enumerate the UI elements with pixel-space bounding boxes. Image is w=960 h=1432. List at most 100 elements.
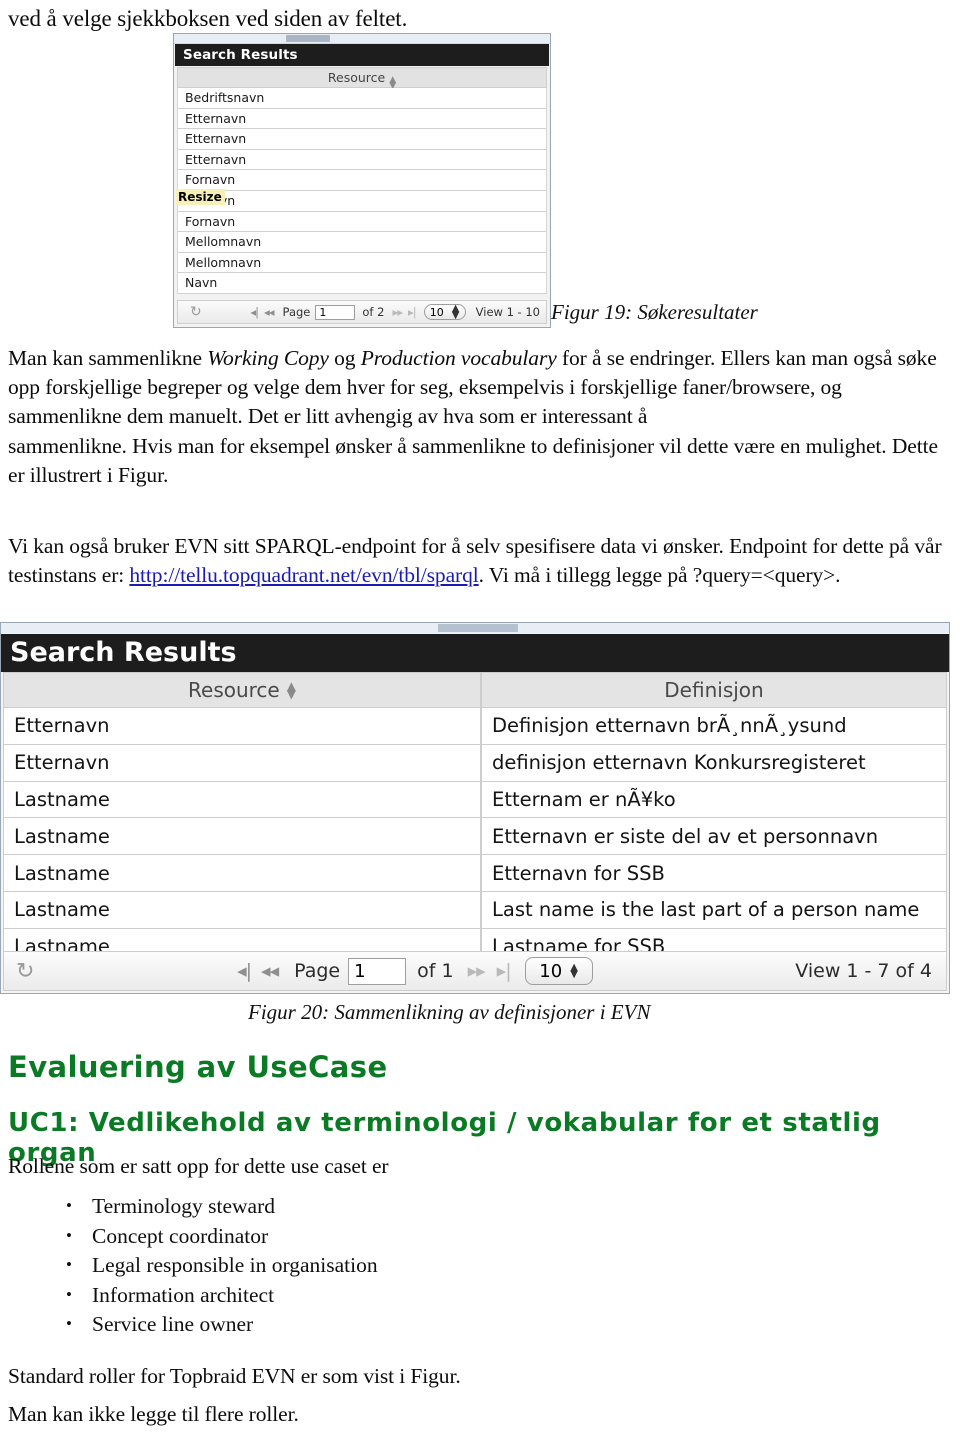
table-row[interactable]: Mellomnavn	[177, 252, 547, 274]
page-label-20: Page	[294, 960, 341, 982]
cell-definisjon: Definisjon etternavn brÃ¸nnÃ¸ysund	[481, 708, 947, 745]
list-item: Legal responsible in organisation	[62, 1250, 378, 1281]
table-row[interactable]: Etternavn	[177, 108, 547, 130]
paragraph-1: Man kan sammenlikne Working Copy og Prod…	[8, 344, 952, 431]
table-row[interactable]: Lastname Etternavn er siste del av et per…	[3, 818, 947, 856]
paragraph-1-italic2: Production vocabulary	[360, 346, 557, 370]
sparql-endpoint-link[interactable]: http://tellu.topquadrant.net/evn/tbl/spa…	[129, 563, 478, 587]
previous-page-icon[interactable]: ◂◂	[264, 305, 275, 319]
page-number-input-20[interactable]: 1	[348, 957, 407, 985]
cell-resource: Lastname	[3, 891, 481, 929]
cell-resource: Etternavn	[185, 131, 247, 147]
table-row[interactable]: Etternavn Definisjon etternavn brÃ¸nnÃ¸ys…	[3, 708, 947, 745]
paragraph-last: Man kan ikke legge til flere roller.	[8, 1402, 299, 1426]
cell-resource: Etternavn	[3, 708, 481, 745]
table-row[interactable]: Lastname Etternam er nÃ¥ko	[3, 781, 947, 819]
page-label-19: Page	[282, 305, 311, 319]
page-size-select-19[interactable]: 10 ▲ ▼	[423, 304, 466, 321]
search-results-title-19: Search Results	[175, 44, 549, 66]
page-total-label-20: of 1	[417, 960, 454, 982]
paragraph-3: Vi kan også bruker EVN sitt SPARQL-endpo…	[8, 532, 952, 590]
cell-resource: Fornavn	[185, 172, 236, 188]
page-size-value-19: 10	[429, 305, 444, 319]
list-item: Information architect	[62, 1280, 378, 1311]
horizontal-scrollbar-track-20[interactable]	[1, 623, 949, 633]
cell-resource: Navn	[185, 275, 218, 291]
first-page-icon[interactable]: ◂|	[250, 305, 259, 319]
previous-page-icon[interactable]: ◂◂	[261, 960, 279, 982]
cell-definisjon: Etternam er nÃ¥ko	[481, 781, 947, 819]
stepper-icon[interactable]: ▲ ▼	[452, 304, 460, 321]
column-header-resource-20[interactable]: Resource ▲ ▼	[3, 672, 481, 708]
document-page: ved å velge sjekkboksen ved siden av fel…	[0, 0, 960, 1432]
cell-resource: Mellomnavn	[185, 234, 262, 250]
last-page-icon[interactable]: ▸|	[408, 305, 417, 319]
horizontal-scrollbar-thumb-20[interactable]	[438, 624, 518, 632]
column-header-definisjon-20[interactable]: Definisjon	[481, 672, 947, 708]
paragraph-1-part1: Man kan sammenlikne	[8, 346, 208, 370]
paragraph-standard: Standard roller for Topbraid EVN er som …	[8, 1364, 461, 1388]
page-number-input-19[interactable]: 1	[315, 304, 356, 320]
cell-resource: Mellomnavn	[185, 254, 262, 270]
cell-resource: Lastname	[3, 855, 481, 892]
table-row[interactable]: Lastname Etternavn for SSB	[3, 855, 947, 892]
paragraph-1-part2: og	[328, 346, 361, 370]
pagination-toolbar-19: ↻ ◂| ◂◂ Page 1 of 2 ▸▸ ▸| 10 ▲ ▼ View 1 -…	[177, 300, 547, 324]
figure-19-screenshot: Search Results Resource ▲ ▼ Bedriftsnavn E…	[173, 33, 551, 328]
resize-tooltip: Resize	[176, 189, 225, 205]
table-header-row-20: Resource ▲ ▼ Definisjon	[3, 672, 947, 708]
list-item: Concept coordinator	[62, 1221, 378, 1252]
figure-19-caption: Figur 19: Søkeresultater	[551, 300, 758, 324]
table-row[interactable]: Mellomnavn	[177, 232, 547, 253]
horizontal-scrollbar-thumb[interactable]	[286, 35, 330, 42]
horizontal-scrollbar-track[interactable]	[174, 34, 550, 44]
cell-resource: Bedriftsnavn	[185, 90, 265, 105]
list-item: Terminology steward	[62, 1191, 378, 1222]
results-table-19: Bedriftsnavn Etternavn Etternavn Etternavn F…	[177, 88, 547, 299]
table-row[interactable]: Etternavn	[177, 149, 547, 171]
refresh-icon[interactable]: ↻	[190, 304, 202, 320]
roles-list: Terminology stewardConcept coordinatorLe…	[62, 1191, 378, 1340]
view-range-label-19: View 1 - 10	[475, 305, 540, 319]
paragraph-2: sammenlikne. Hvis man for eksempel ønske…	[8, 434, 938, 487]
table-row[interactable]: Fornavn	[177, 190, 547, 212]
figure-20-screenshot: Search Results Resource ▲ ▼ Definisjon Et…	[0, 622, 950, 994]
results-table-20: Etternavn Definisjon etternavn brÃ¸nnÃ¸ys…	[3, 708, 947, 966]
view-range-label-20: View 1 - 7 of 4	[795, 960, 932, 982]
first-page-icon[interactable]: ◂|	[237, 960, 252, 982]
cell-definisjon: Etternavn er siste del av et personnavn	[481, 818, 947, 856]
intro-text: ved å velge sjekkboksen ved siden av fel…	[8, 6, 408, 31]
paragraph-roles: Rollene som er satt opp for dette use ca…	[8, 1154, 389, 1178]
next-page-icon[interactable]: ▸▸	[468, 960, 486, 982]
refresh-icon[interactable]: ↻	[16, 959, 34, 984]
sort-arrows-icon[interactable]: ▲ ▼	[287, 680, 296, 700]
page-total-label-19: of 2	[362, 305, 385, 319]
cell-resource: Etternavn	[185, 110, 247, 126]
cell-resource: Fornavn	[185, 213, 236, 229]
cell-resource: Etternavn	[3, 744, 481, 782]
search-results-title-20: Search Results	[1, 634, 949, 672]
cell-resource: Lastname	[3, 781, 481, 819]
column-header-resource-label: Resource	[188, 678, 280, 702]
stepper-icon[interactable]: ▲ ▼	[570, 963, 578, 980]
table-row[interactable]: Bedriftsnavn	[177, 88, 547, 109]
next-page-icon[interactable]: ▸▸	[392, 305, 403, 319]
table-row[interactable]: Fornavn	[177, 170, 547, 191]
column-header-resource-19[interactable]: Resource ▲ ▼	[177, 67, 547, 91]
last-page-icon[interactable]: ▸|	[497, 960, 512, 982]
table-row[interactable]: Navn	[177, 273, 547, 294]
list-item: Service line owner	[62, 1309, 378, 1340]
table-row[interactable]: Lastname Last name is the last part of a …	[3, 891, 947, 929]
heading-evaluering: Evaluering av UseCase	[8, 1050, 388, 1084]
table-row[interactable]: Etternavn	[177, 129, 547, 150]
paragraph-1-italic1: Working Copy	[207, 346, 329, 370]
page-size-select-20[interactable]: 10 ▲ ▼	[524, 957, 593, 985]
paragraph-3-part2: . Vi må i tillegg legge på ?query=<query…	[478, 563, 841, 587]
column-header-label: Resource	[327, 70, 386, 85]
table-row[interactable]: Etternavn definisjon etternavn Konkursreg…	[3, 744, 947, 782]
cell-definisjon: definisjon etternavn Konkursregisteret	[481, 744, 947, 782]
pagination-toolbar-20: ↻ ◂| ◂◂ Page 1 of 1 ▸▸ ▸| 10 ▲ ▼ View 1 -…	[3, 951, 947, 991]
cell-definisjon: Last name is the last part of a person n…	[481, 891, 947, 929]
page-size-value-20: 10	[539, 960, 563, 982]
table-row[interactable]: Fornavn	[177, 211, 547, 233]
